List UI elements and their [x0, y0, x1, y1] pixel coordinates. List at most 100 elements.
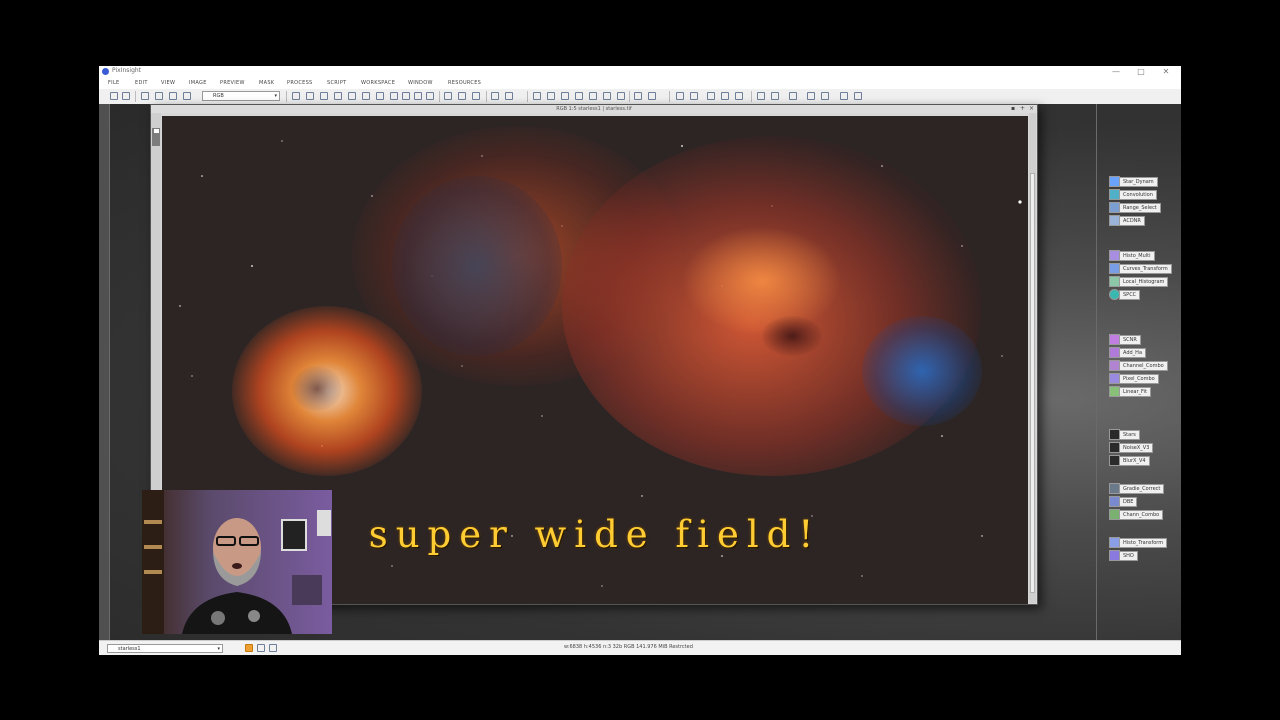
mask-select-icon[interactable] [617, 92, 625, 100]
zoom-2-1-icon[interactable] [458, 92, 466, 100]
window-title: PixInsight [112, 67, 142, 74]
zoom-out-icon[interactable] [426, 92, 434, 100]
open-file-icon[interactable] [155, 92, 163, 100]
selection-icon[interactable] [402, 92, 410, 100]
copy-image-icon[interactable] [183, 92, 191, 100]
mask-show-icon[interactable] [533, 92, 541, 100]
shortcut-label: Gradie_Correct [1119, 484, 1165, 494]
process-console-strip[interactable]: Process Console [99, 104, 110, 640]
menu-process[interactable]: PROCESS [287, 80, 313, 86]
undo-icon[interactable] [110, 92, 118, 100]
menu-bar: FILE EDIT VIEW IMAGE PREVIEW MASK PROCES… [99, 78, 1181, 89]
workspace-divider [1096, 104, 1097, 640]
shortcut-label: Linear_Fit [1119, 387, 1151, 397]
vertical-scrollbar[interactable] [1029, 113, 1036, 603]
display-channel-icon[interactable] [491, 92, 499, 100]
mask-remove-icon[interactable] [575, 92, 583, 100]
shade-button[interactable]: ▪ [1011, 105, 1015, 113]
stf-auto-icon[interactable] [634, 92, 642, 100]
menu-window[interactable]: WINDOW [408, 80, 433, 86]
menu-image[interactable]: IMAGE [189, 80, 207, 86]
chevron-down-icon: ▾ [217, 646, 220, 652]
image-close-button[interactable]: × [1029, 105, 1034, 113]
image-window[interactable]: RGB 1:5 starless1 | starless.tif ▪ + × s… [150, 104, 1038, 605]
toolbar-separator [486, 91, 487, 102]
toolbar-separator [286, 91, 287, 102]
presenter-video [142, 490, 332, 634]
minimize-button[interactable]: — [1104, 66, 1128, 78]
display-rgb-icon[interactable] [505, 92, 513, 100]
nebula-image[interactable]: super wide field! [162, 116, 1028, 604]
save-file-icon[interactable] [169, 92, 177, 100]
shortcut-label: Histo_Transform [1119, 538, 1168, 548]
image-window-title-bar[interactable]: RGB 1:5 starless1 | starless.tif ▪ + × [151, 105, 1037, 113]
readout-options-icon[interactable] [257, 644, 265, 652]
menu-file[interactable]: FILE [108, 80, 120, 86]
shortcut-label: Chann_Combo [1119, 510, 1164, 520]
workspace-4-icon[interactable] [840, 92, 848, 100]
workspace-1-icon[interactable] [789, 92, 797, 100]
view-explorer-icon[interactable] [735, 92, 743, 100]
zoom-fit-icon[interactable] [306, 92, 314, 100]
view-id-tab[interactable] [152, 128, 160, 146]
menu-mask[interactable]: MASK [259, 80, 274, 86]
menu-edit[interactable]: EDIT [135, 80, 148, 86]
move-icon[interactable] [320, 92, 328, 100]
shortcut-label: Convolution [1119, 190, 1157, 200]
menu-resources[interactable]: RESOURCES [448, 80, 481, 86]
redo-icon[interactable] [122, 92, 130, 100]
shortcut-label: Channel_Combo [1119, 361, 1168, 371]
image-maximize-button[interactable]: + [1020, 105, 1025, 113]
toolbar-separator [439, 91, 440, 102]
new-preview-icon[interactable] [362, 92, 370, 100]
process-console-label: Process Console [99, 597, 100, 637]
readout-icon[interactable] [334, 92, 342, 100]
mask-enable-icon[interactable] [547, 92, 555, 100]
zoom-1-1-icon[interactable] [444, 92, 452, 100]
edit-preview-icon[interactable] [376, 92, 384, 100]
track-view-icon[interactable] [141, 92, 149, 100]
format-explorer-icon[interactable] [721, 92, 729, 100]
image-window-title: RGB 1:5 starless1 | starless.tif [556, 106, 632, 112]
image-info: w:6838 h:4536 n:3 32b RGB 141.976 MiB Re… [564, 644, 693, 650]
pan-mode-icon[interactable] [292, 92, 300, 100]
readout-mode-icon[interactable] [245, 644, 253, 652]
nebula-dark-blue-region [392, 176, 562, 356]
pointer-icon[interactable] [390, 92, 398, 100]
close-button[interactable]: ✕ [1154, 66, 1178, 78]
view-selector-value: starless1 [118, 646, 141, 652]
shortcut-label: NoiseX_V3 [1119, 443, 1154, 453]
workspace-2-icon[interactable] [807, 92, 815, 100]
menu-preview[interactable]: PREVIEW [220, 80, 245, 86]
app-logo-icon [102, 68, 109, 75]
scrollbar-thumb[interactable] [1030, 173, 1035, 593]
download-arrow-icon[interactable] [535, 644, 543, 652]
readout-preferences-icon[interactable] [269, 644, 277, 652]
mask-invert-icon[interactable] [561, 92, 569, 100]
maximize-button[interactable]: □ [1129, 66, 1153, 78]
workspace-5-icon[interactable] [854, 92, 862, 100]
mask-color-icon[interactable] [589, 92, 597, 100]
toolbar-separator [669, 91, 670, 102]
menu-workspace[interactable]: WORKSPACE [361, 80, 395, 86]
shortcut-label: DBE [1119, 497, 1138, 507]
screen-2-icon[interactable] [771, 92, 779, 100]
chevron-down-icon: ▾ [274, 93, 277, 99]
workspace-3-icon[interactable] [821, 92, 829, 100]
zoom-fit-view-icon[interactable] [472, 92, 480, 100]
status-bar: starless1 ▾ w:6838 h:4536 n:3 32b RGB 14… [99, 640, 1181, 655]
screen-1-icon[interactable] [757, 92, 765, 100]
menu-script[interactable]: SCRIPT [327, 80, 346, 86]
title-bar: PixInsight — □ ✕ [99, 66, 1181, 78]
explorer-icon[interactable] [676, 92, 684, 100]
zoom-in-icon[interactable] [414, 92, 422, 100]
mask-mode-icon[interactable] [603, 92, 611, 100]
channel-select[interactable]: RGB ▾ [202, 91, 280, 101]
stf-link-icon[interactable] [648, 92, 656, 100]
center-icon[interactable] [348, 92, 356, 100]
view-selector[interactable]: starless1 ▾ [107, 644, 223, 653]
menu-view[interactable]: VIEW [161, 80, 175, 86]
history-icon[interactable] [690, 92, 698, 100]
process-console-icon[interactable] [707, 92, 715, 100]
channel-select-value: RGB [213, 93, 224, 99]
